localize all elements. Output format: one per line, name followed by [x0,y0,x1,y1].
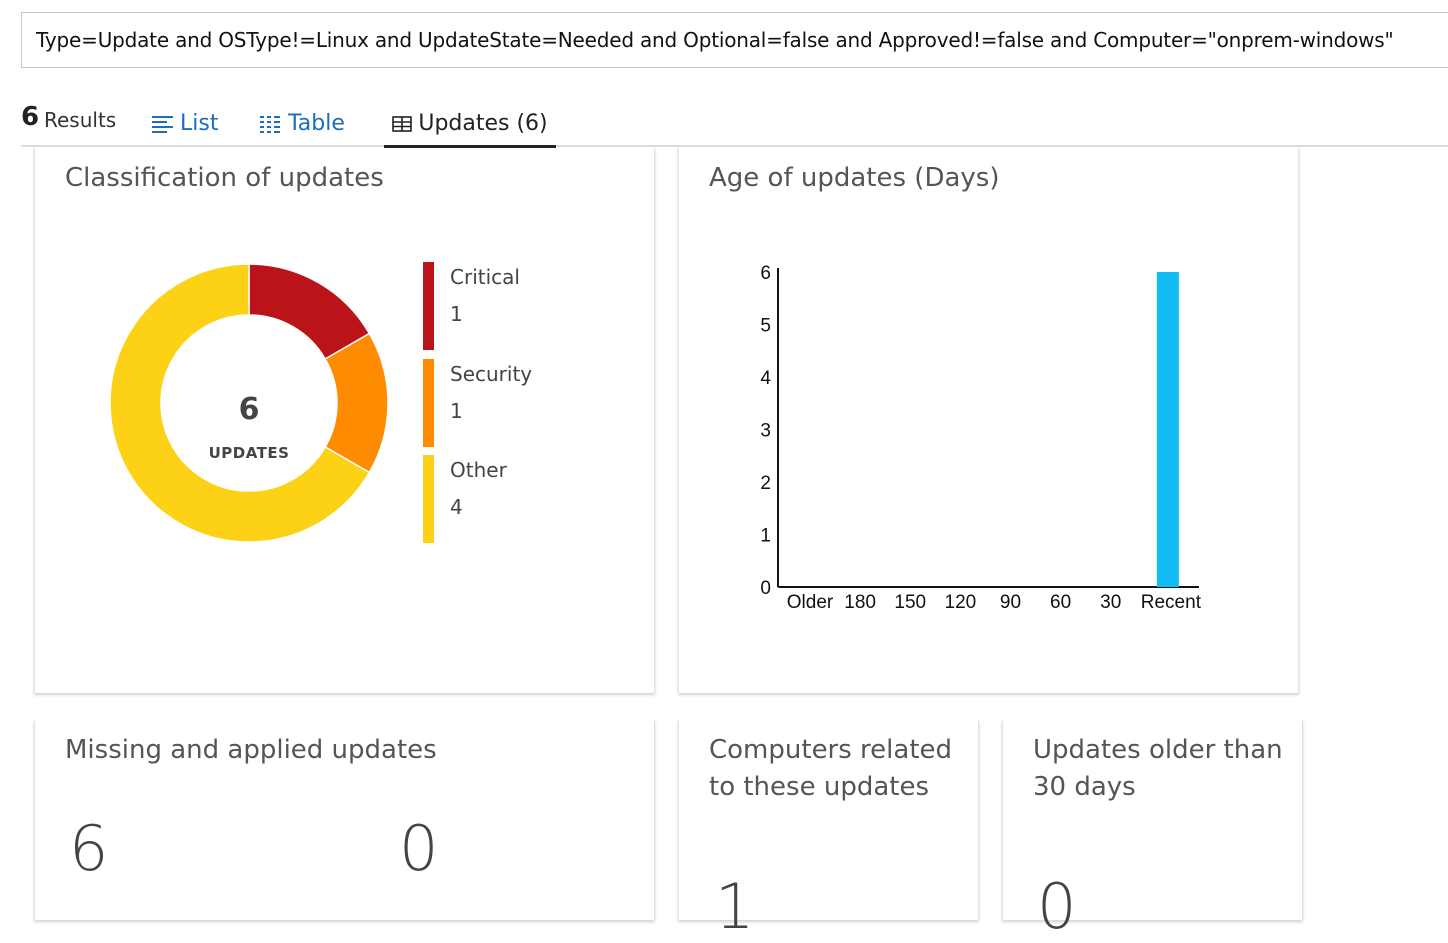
y-tick-label: 1 [760,526,771,547]
legend-item-critical[interactable]: Critical 1 [423,262,563,350]
y-tick-label: 3 [760,421,771,442]
legend-label-security: Security [450,362,533,386]
x-tick-label: 90 [1000,592,1021,613]
computers-tile[interactable]: Computers related to these updates 1 [678,720,979,943]
older-title-line1: Updates older than [1033,735,1283,765]
y-tick-label: 5 [760,316,771,337]
computers-title-line2: to these updates [709,772,929,802]
query-input[interactable]: Type=Update and OSType!=Linux and Update… [21,12,1448,68]
legend-item-other[interactable]: Other 4 [423,455,563,543]
donut-center-value: 6 [238,392,260,427]
x-tick-label: Older [787,592,834,613]
y-tick-label: 0 [760,578,771,599]
x-tick-label: Recent [1141,592,1202,613]
legend-swatch-other [423,455,434,543]
missing-applied-title: Missing and applied updates [65,735,437,765]
missing-applied-tile[interactable]: Missing and applied updates 6 0 [34,720,655,920]
tab-list-label: List [180,111,219,136]
age-bar-chart[interactable]: 0 1 2 3 4 5 6 Older 180 150 120 90 60 30 Recent [679,148,1298,693]
y-tick-label: 2 [760,473,771,494]
applied-updates-count[interactable]: 0 [399,812,438,885]
results-label: Results [44,108,117,132]
older-title-line2: 30 days [1033,772,1136,802]
y-tick-label: 6 [760,263,771,284]
donut-center-label: UPDATES [208,444,290,462]
older-updates-count[interactable]: 0 [1037,870,1076,943]
bar-recent[interactable] [1156,272,1179,587]
computers-count[interactable]: 1 [715,870,754,943]
results-count: 6 [21,102,40,132]
list-icon [152,114,174,134]
tab-list[interactable]: List [152,100,218,147]
legend-swatch-critical [423,262,434,350]
x-tick-label: 30 [1100,592,1121,613]
age-tile[interactable]: Age of updates (Days) 0 1 2 3 4 5 6 Older 180 150… [678,148,1299,693]
tabs-divider [21,145,1448,147]
grid-icon [392,115,413,133]
query-text[interactable]: Type=Update and OSType!=Linux and Update… [36,28,1394,52]
legend-label-critical: Critical [450,265,520,289]
x-tick-label: 120 [945,592,977,613]
missing-updates-count[interactable]: 6 [69,812,108,885]
x-tick-label: 180 [844,592,876,613]
x-tick-label: 150 [894,592,926,613]
tab-updates[interactable]: Updates (6) [384,100,556,148]
tab-table-label: Table [288,111,345,136]
legend-count-security: 1 [450,399,463,423]
legend-label-other: Other [450,458,507,482]
table-icon [260,114,282,134]
x-tick-label: 60 [1050,592,1071,613]
y-tick-label: 4 [760,368,771,389]
computers-title-line1: Computers related [709,735,953,765]
legend-count-other: 4 [450,495,463,519]
classification-tile[interactable]: Classification of updates 6 UPDATES Crit… [34,148,655,693]
classification-title: Classification of updates [65,163,384,193]
legend-count-critical: 1 [450,302,463,326]
tab-table[interactable]: Table [260,100,345,147]
older-updates-tile[interactable]: Updates older than 30 days 0 [1002,720,1303,943]
legend-swatch-security [423,359,434,447]
results-tabs: 6 Results List Table Updates (6) [21,100,1448,148]
legend-item-security[interactable]: Security 1 [423,359,563,447]
tab-updates-label: Updates (6) [418,111,548,136]
